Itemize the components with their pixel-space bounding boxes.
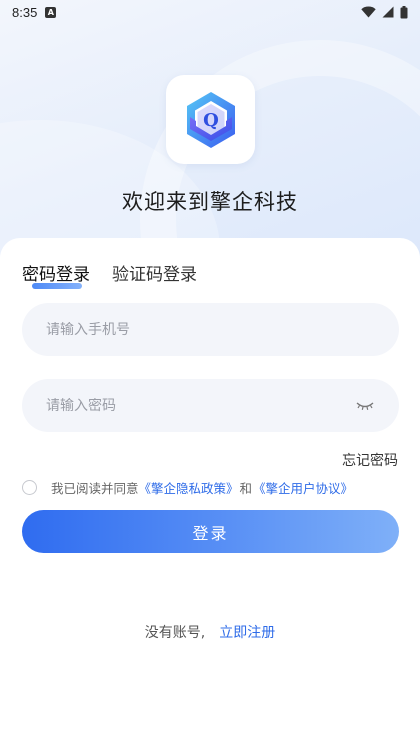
notification-icon: A — [45, 6, 57, 18]
login-tabs: 密码登录 验证码登录 — [22, 260, 197, 289]
status-bar: 8:35 A — [0, 0, 420, 24]
svg-text:Q: Q — [203, 110, 219, 131]
user-agreement-link[interactable]: 《擎企用户协议》 — [253, 478, 353, 497]
battery-icon — [400, 5, 408, 18]
status-time: 8:35 — [12, 4, 38, 20]
password-input[interactable] — [46, 397, 355, 414]
login-button[interactable]: 登录 — [22, 510, 399, 553]
app-logo: Q — [166, 75, 255, 164]
privacy-policy-link[interactable]: 《擎企隐私政策》 — [139, 478, 239, 497]
login-card: 密码登录 验证码登录 忘记密码 我已阅读并同意 《擎企隐私政策》 和 《擎企用户… — [0, 238, 420, 746]
password-field — [22, 379, 399, 432]
tab-label: 密码登录 — [22, 265, 90, 285]
register-link[interactable]: 立即注册 — [219, 625, 275, 641]
cellular-signal-icon — [382, 6, 394, 18]
tab-sms-code-login[interactable]: 验证码登录 — [112, 260, 197, 285]
status-icons — [361, 5, 408, 19]
agreement-prefix: 我已阅读并同意 — [51, 481, 139, 496]
phone-input[interactable] — [46, 321, 375, 338]
agreement-row: 我已阅读并同意 《擎企隐私政策》 和 《擎企用户协议》 — [22, 478, 353, 497]
phone-field — [22, 303, 399, 356]
forgot-password-link[interactable]: 忘记密码 — [342, 450, 398, 470]
agreement-conjunction: 和 — [239, 481, 253, 496]
qiye-logo-icon: Q — [186, 91, 235, 148]
wifi-icon — [361, 6, 376, 18]
agreement-checkbox[interactable] — [22, 480, 37, 495]
register-prompt: 没有账号, — [144, 625, 206, 641]
welcome-title: 欢迎来到擎企科技 — [122, 190, 298, 214]
register-row: 没有账号, 立即注册 — [0, 622, 420, 642]
eye-closed-icon[interactable] — [355, 399, 375, 413]
tab-password-login[interactable]: 密码登录 — [22, 260, 90, 289]
tab-label: 验证码登录 — [112, 265, 197, 285]
